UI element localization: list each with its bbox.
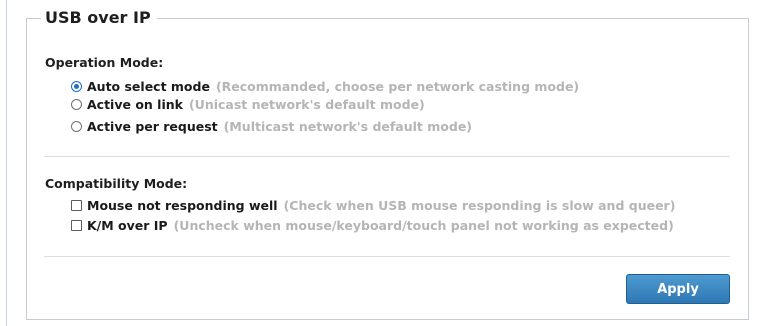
radio-option-auto-select[interactable]: Auto select mode (Recommanded, choose pe… [71,77,579,95]
radio-label-auto-select[interactable]: Auto select mode [87,79,210,94]
panel-title: USB over IP [41,7,157,29]
left-border-line [6,0,7,326]
checkbox-label-km-over-ip[interactable]: K/M over IP [87,218,168,233]
radio-hint-active-on-link: (Unicast network's default mode) [188,96,425,112]
radio-label-active-on-link[interactable]: Active on link [87,97,183,112]
checkbox-option-mouse-not-responding[interactable]: Mouse not responding well (Check when US… [71,196,675,214]
radio-hint-active-per-request: (Multicast network's default mode) [223,118,473,134]
radio-option-active-per-request[interactable]: Active per request (Multicast network's … [71,117,472,135]
checkbox-hint-mouse-not-responding: (Check when USB mouse responding is slow… [283,197,676,213]
radio-label-active-per-request[interactable]: Active per request [87,119,218,134]
section-divider [44,156,730,157]
compatibility-mode-title: Compatibility Mode: [45,176,188,191]
usb-over-ip-panel: USB over IP Operation Mode: Auto select … [26,7,749,320]
radio-button-active-on-link[interactable] [71,98,82,110]
checkbox-hint-km-over-ip: (Uncheck when mouse/keyboard/touch panel… [173,217,674,233]
usb-over-ip-page: USB over IP Operation Mode: Auto select … [0,0,761,326]
checkbox-km-over-ip[interactable] [71,219,82,231]
checkbox-option-km-over-ip[interactable]: K/M over IP (Uncheck when mouse/keyboard… [71,216,674,234]
checkbox-label-mouse-not-responding[interactable]: Mouse not responding well [87,198,278,213]
apply-button[interactable]: Apply [626,274,730,304]
radio-hint-auto-select: (Recommanded, choose per network casting… [215,78,580,94]
checkbox-mouse-not-responding[interactable] [71,199,82,211]
radio-option-active-on-link[interactable]: Active on link (Unicast network's defaul… [71,95,425,113]
actions-divider [44,256,730,257]
radio-button-auto-select[interactable] [71,80,82,92]
radio-button-active-per-request[interactable] [71,120,82,132]
operation-mode-title: Operation Mode: [45,55,164,70]
